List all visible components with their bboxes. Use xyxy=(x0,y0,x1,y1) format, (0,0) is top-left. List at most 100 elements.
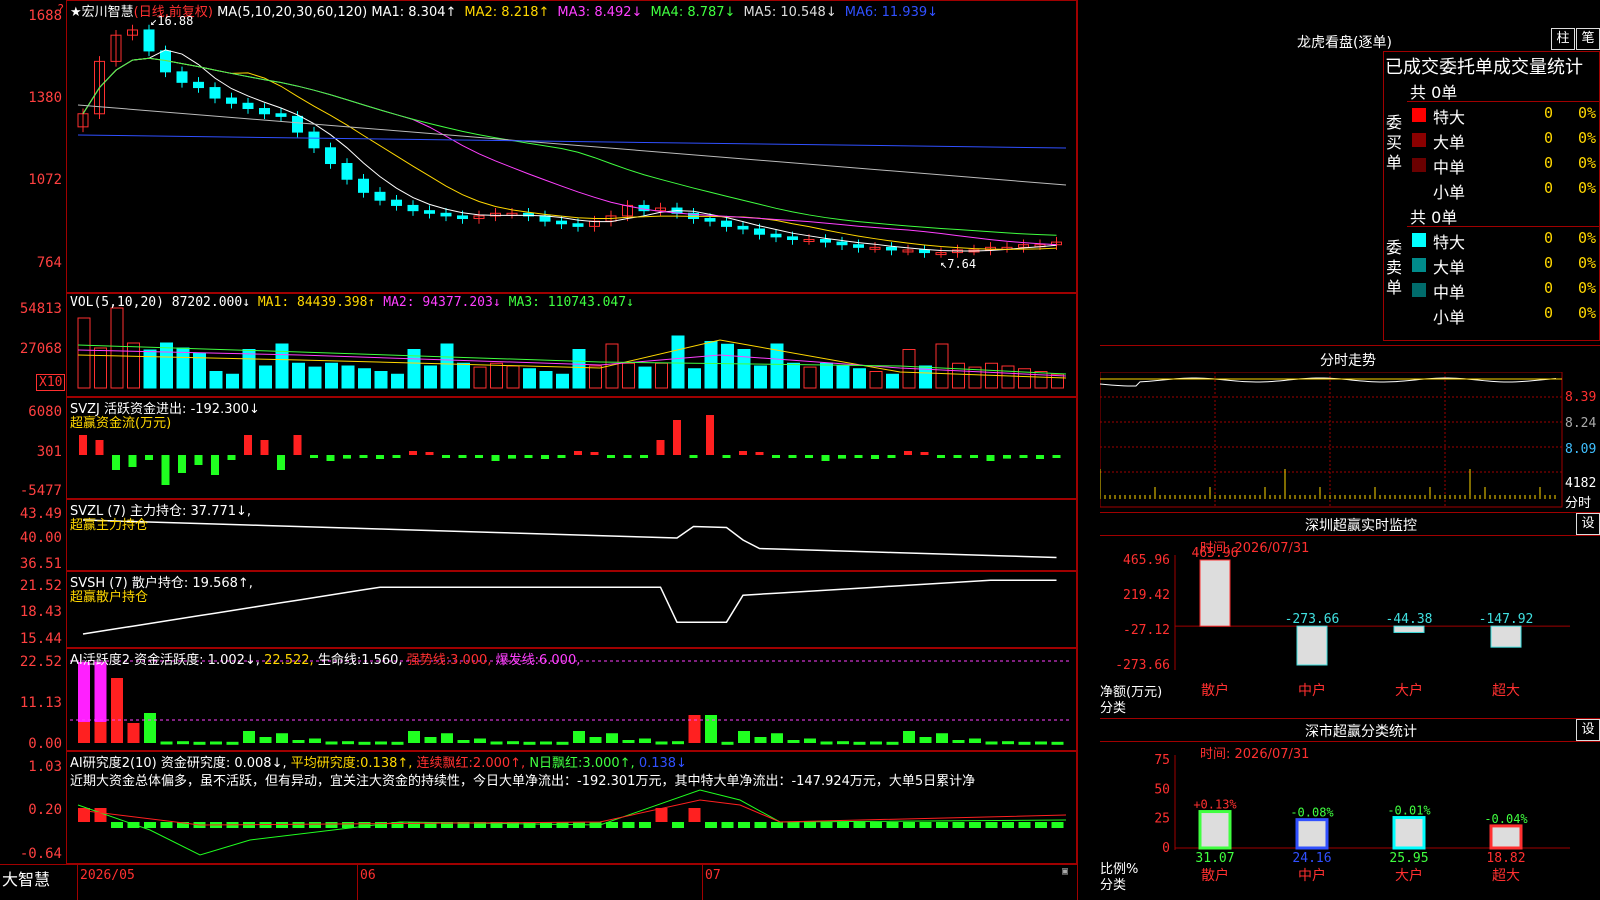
svzj-bar xyxy=(689,455,698,458)
ai-activity-bar xyxy=(936,733,948,743)
svzj-bar xyxy=(590,452,599,455)
bar-mode-button[interactable]: 柱 xyxy=(1551,28,1575,50)
ai-research-bar xyxy=(936,822,948,828)
svzj-bar xyxy=(656,440,665,455)
order-row-pct: 0% xyxy=(1578,104,1597,122)
ma-legend-item: MA2: 8.218↑ xyxy=(464,5,550,20)
svzl-axis-label: 36.51 xyxy=(19,556,62,572)
ai-activity-bar xyxy=(886,741,899,745)
ai2-v5: 0.138↓ xyxy=(638,756,687,771)
vol-ma3-line xyxy=(77,344,1067,375)
ma-label: MA(5,10,20,30,60,120) xyxy=(217,5,368,20)
ma-legend-item: MA1: 8.304↑ xyxy=(371,5,457,20)
intraday-chart[interactable] xyxy=(1100,372,1600,512)
candle-body xyxy=(737,225,749,230)
candle-body xyxy=(374,191,386,201)
ai-research-bar xyxy=(325,822,338,828)
ai2-v1: 0.008↓, xyxy=(234,756,287,771)
volume-bar xyxy=(952,362,965,389)
volume-bar xyxy=(1051,373,1064,389)
ai2-axis-label: -0.64 xyxy=(19,846,62,862)
price-axis-label: 1072 xyxy=(28,172,62,188)
volume-bar xyxy=(275,343,289,389)
fenshi-title: 分时走势 xyxy=(1320,353,1376,369)
ma5-line xyxy=(77,104,1067,186)
volume-bar xyxy=(374,371,388,389)
ai-activity-bar xyxy=(144,713,156,743)
volume-bar xyxy=(869,371,883,389)
volume-bar xyxy=(572,349,586,389)
ai-activity-bar xyxy=(672,741,684,745)
volume-bar xyxy=(787,362,800,389)
svzj-bar xyxy=(112,455,120,470)
svzj-bar xyxy=(244,435,252,455)
svzj-bar xyxy=(359,455,368,458)
svzj-value: -192.300↓ xyxy=(190,402,260,417)
classify-settings-button[interactable]: 设 xyxy=(1576,719,1600,741)
svzj-bar xyxy=(640,455,648,458)
svzj-bar xyxy=(805,455,813,458)
svzj-bar xyxy=(607,455,615,458)
classify-bar-change: -0.01% xyxy=(1387,804,1431,818)
ai-activity-bar xyxy=(424,737,437,743)
ai-activity-bar xyxy=(193,741,206,745)
svzj-bar xyxy=(211,455,219,475)
classify-bar-change: -0.04% xyxy=(1484,812,1528,826)
lock-icon[interactable]: ▣ xyxy=(1062,866,1068,877)
vol-legend-item: MA1: 84439.398↑ xyxy=(257,295,376,310)
ai-research-bar xyxy=(804,822,816,828)
ai-activity-bar xyxy=(177,741,189,745)
ai-research-bar xyxy=(985,822,998,828)
volume-bar xyxy=(226,373,239,389)
volume-bar xyxy=(737,349,751,389)
ai-activity-bars xyxy=(78,662,1064,745)
order-row-count: 0 xyxy=(1544,104,1554,122)
svzl-sub: 超赢主力持仓 xyxy=(70,518,149,533)
ai-activity-bar xyxy=(523,741,536,745)
ai2-t3: 连续飘红: xyxy=(416,756,473,771)
candle-body xyxy=(572,223,584,227)
ai-research-bar xyxy=(721,822,734,828)
fenshi-unit: 分时 xyxy=(1565,496,1592,511)
classify-bar xyxy=(1392,816,1426,850)
ai1-v3: 1.560, xyxy=(361,653,403,668)
date-label-0: 2026/05 xyxy=(80,868,135,883)
order-row-label: 中单 xyxy=(1433,283,1466,302)
monitor-settings-button[interactable]: 设 xyxy=(1576,513,1600,535)
ma-legend-item: MA3: 8.492↓ xyxy=(557,5,643,20)
tick-mode-button[interactable]: 笔 xyxy=(1576,28,1600,50)
classify-bar-value: 31.07 xyxy=(1195,851,1234,866)
ai-activity-bar xyxy=(573,731,585,743)
candle-body xyxy=(358,178,369,193)
volume-bar xyxy=(325,362,338,389)
fenshi-axis-0: 8.39 xyxy=(1565,390,1597,405)
fenshi-vol-max: 4182 xyxy=(1565,476,1597,491)
monitor-bar-label: 散户 xyxy=(1201,682,1229,699)
ai-comment: 近期大资金总体偏多，虽不活跃，但有异动，宜关注大资金的持续性，今日大单净流出：-… xyxy=(70,774,976,789)
svzj-bar xyxy=(458,455,467,458)
volume-header: VOL(5,10,20) 87202.000↓ MA1: 84439.398↑ M… xyxy=(70,295,642,310)
order-row-label: 中单 xyxy=(1433,158,1466,177)
order-color-swatch xyxy=(1412,133,1426,147)
classify-bar-change: -0.08% xyxy=(1290,806,1334,820)
volume-bar xyxy=(539,371,553,389)
volume-bar xyxy=(259,365,272,389)
net-flow-chart: 465.96 219.42 -27.12 -273.66 465.96 散户 -273.66… xyxy=(1115,546,1570,699)
svzl-value: 37.771↓, xyxy=(190,504,252,519)
candle-body xyxy=(341,163,353,180)
ai-activity-bar xyxy=(276,733,288,743)
volume-bar xyxy=(490,362,503,389)
volume-bars xyxy=(77,307,1064,389)
stock-title[interactable]: ★宏川智慧 xyxy=(70,5,134,20)
vol-value: 87202.000↓ xyxy=(171,295,251,310)
order-row-count: 0 xyxy=(1544,129,1554,147)
volume-bar xyxy=(523,368,536,389)
monitor-xlabel: 分类 xyxy=(1100,701,1127,716)
ai-research-bar xyxy=(787,822,800,828)
monitor-bar xyxy=(1490,625,1522,648)
svzj-bar xyxy=(491,455,500,461)
arrow-marker: ? xyxy=(57,2,65,16)
ai-activity-bar xyxy=(375,741,387,745)
ai-research-bar xyxy=(639,822,651,828)
fenshi-axis-1: 8.24 xyxy=(1565,416,1597,431)
